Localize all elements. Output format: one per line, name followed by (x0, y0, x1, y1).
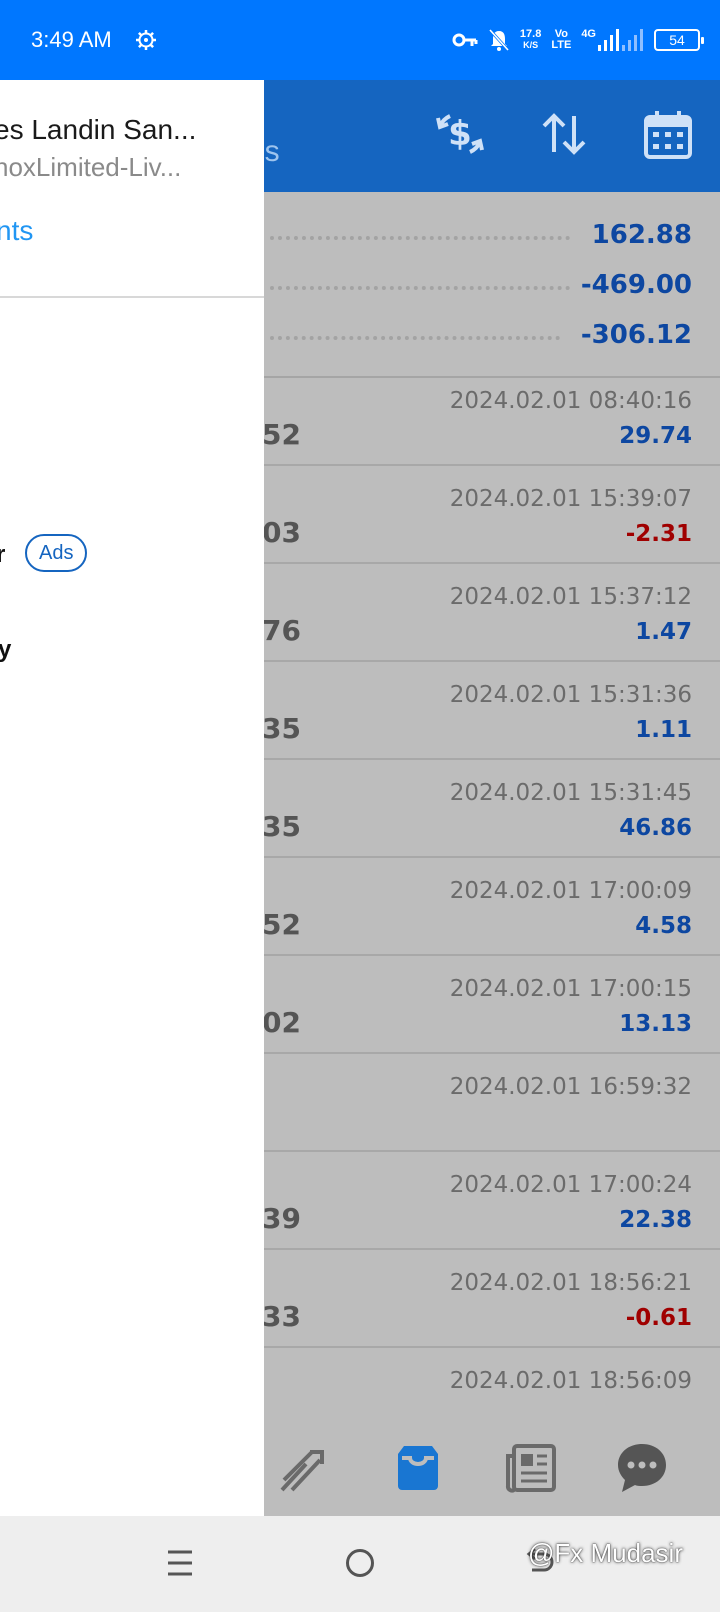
network-speed-value: 17.8 (519, 28, 542, 40)
drawer-item-y[interactable]: y (0, 636, 11, 664)
news-icon[interactable] (504, 1440, 560, 1496)
deal-profit: -2.31 (625, 521, 692, 547)
signal-strength-icon: 4G (581, 29, 644, 51)
deal-datetime: 2024.02.01 18:56:21 (449, 1270, 692, 1296)
signal-bars-secondary-icon (622, 29, 643, 51)
summary-value: -469.00 (580, 270, 692, 300)
deal-id-fragment: 35 (262, 712, 301, 745)
deal-datetime: 2024.02.01 18:56:09 (449, 1368, 692, 1394)
deal-datetime: 2024.02.01 17:00:24 (449, 1172, 692, 1198)
deal-datetime: 2024.02.01 17:00:15 (449, 976, 692, 1002)
system-nav-bar: @Fx Mudasir (0, 1516, 720, 1612)
sort-icon[interactable] (538, 108, 590, 160)
deal-profit: 13.13 (619, 1011, 692, 1037)
deal-datetime: 2024.02.01 15:37:12 (449, 584, 692, 610)
status-time: 3:49 AM (31, 27, 112, 52)
deal-datetime: 2024.02.01 15:39:07 (449, 486, 692, 512)
summary-dots (270, 286, 570, 290)
deal-id-fragment: 52 (262, 418, 301, 451)
ads-badge: Ads (25, 534, 88, 572)
network-speed-unit: K/S (523, 40, 539, 50)
chat-icon[interactable] (614, 1440, 670, 1496)
deal-profit: 1.11 (635, 717, 692, 743)
deal-profit: -0.61 (625, 1305, 692, 1331)
drawer-item-trader[interactable]: r (0, 541, 5, 569)
summary-value: 162.88 (591, 220, 692, 250)
volte-bottom: LTE (551, 39, 572, 51)
deal-datetime: 2024.02.01 16:59:32 (449, 1074, 692, 1100)
svg-text:$: $ (448, 114, 472, 154)
deal-id-fragment: 76 (262, 614, 301, 647)
deal-profit: 46.86 (619, 815, 692, 841)
summary-row-profit: 162.88 (264, 210, 692, 260)
deal-id-fragment: 39 (262, 1202, 301, 1235)
bell-muted-icon (488, 28, 510, 52)
deal-id-fragment: 35 (262, 810, 301, 843)
deal-datetime: 2024.02.01 08:40:16 (449, 388, 692, 414)
signal-type: 4G (581, 28, 596, 40)
deal-id-fragment: 02 (262, 1006, 301, 1039)
summary-row-balance: -306.12 (264, 310, 692, 360)
summary-value: -306.12 (580, 320, 692, 350)
summary-dots (270, 336, 560, 340)
battery-level: 54 (669, 32, 685, 48)
currency-exchange-icon[interactable]: $ (434, 108, 486, 160)
recent-apps-icon[interactable] (166, 1548, 194, 1578)
chart-trend-icon[interactable] (276, 1440, 332, 1496)
manage-accounts-link[interactable]: nts (0, 215, 33, 247)
deal-datetime: 2024.02.01 15:31:36 (449, 682, 692, 708)
navigation-drawer: es Landin San... noxLimited-Liv... nts r… (0, 80, 264, 1516)
deal-profit: 1.47 (635, 619, 692, 645)
deal-datetime: 2024.02.01 15:31:45 (449, 780, 692, 806)
volte-indicator: Vo LTE (551, 29, 571, 51)
deal-profit: 22.38 (619, 1207, 692, 1233)
deal-profit: 4.58 (635, 913, 692, 939)
home-button-icon[interactable] (346, 1549, 374, 1577)
deal-id-fragment: 03 (262, 516, 301, 549)
calendar-icon[interactable] (642, 108, 694, 160)
summary-row-deposit: -469.00 (264, 260, 692, 310)
summary-dots (270, 236, 570, 240)
deal-id-fragment: 52 (262, 908, 301, 941)
inbox-icon[interactable] (390, 1440, 446, 1496)
divider (0, 296, 264, 298)
signal-bars-icon (598, 29, 619, 51)
status-bar: 3:49 AM 17.8 K/S Vo LTE 4G 54 (0, 0, 720, 80)
account-name[interactable]: es Landin San... (0, 114, 196, 146)
deal-profit: 29.74 (619, 423, 692, 449)
battery-icon: 54 (654, 29, 704, 51)
account-server: noxLimited-Liv... (0, 152, 182, 182)
deal-datetime: 2024.02.01 17:00:09 (449, 878, 692, 904)
watermark: @Fx Mudasir (528, 1538, 683, 1568)
network-speed: 17.8 K/S (520, 29, 541, 51)
key-icon (452, 33, 478, 47)
gear-icon (136, 30, 156, 50)
deal-id-fragment: 33 (262, 1300, 301, 1333)
